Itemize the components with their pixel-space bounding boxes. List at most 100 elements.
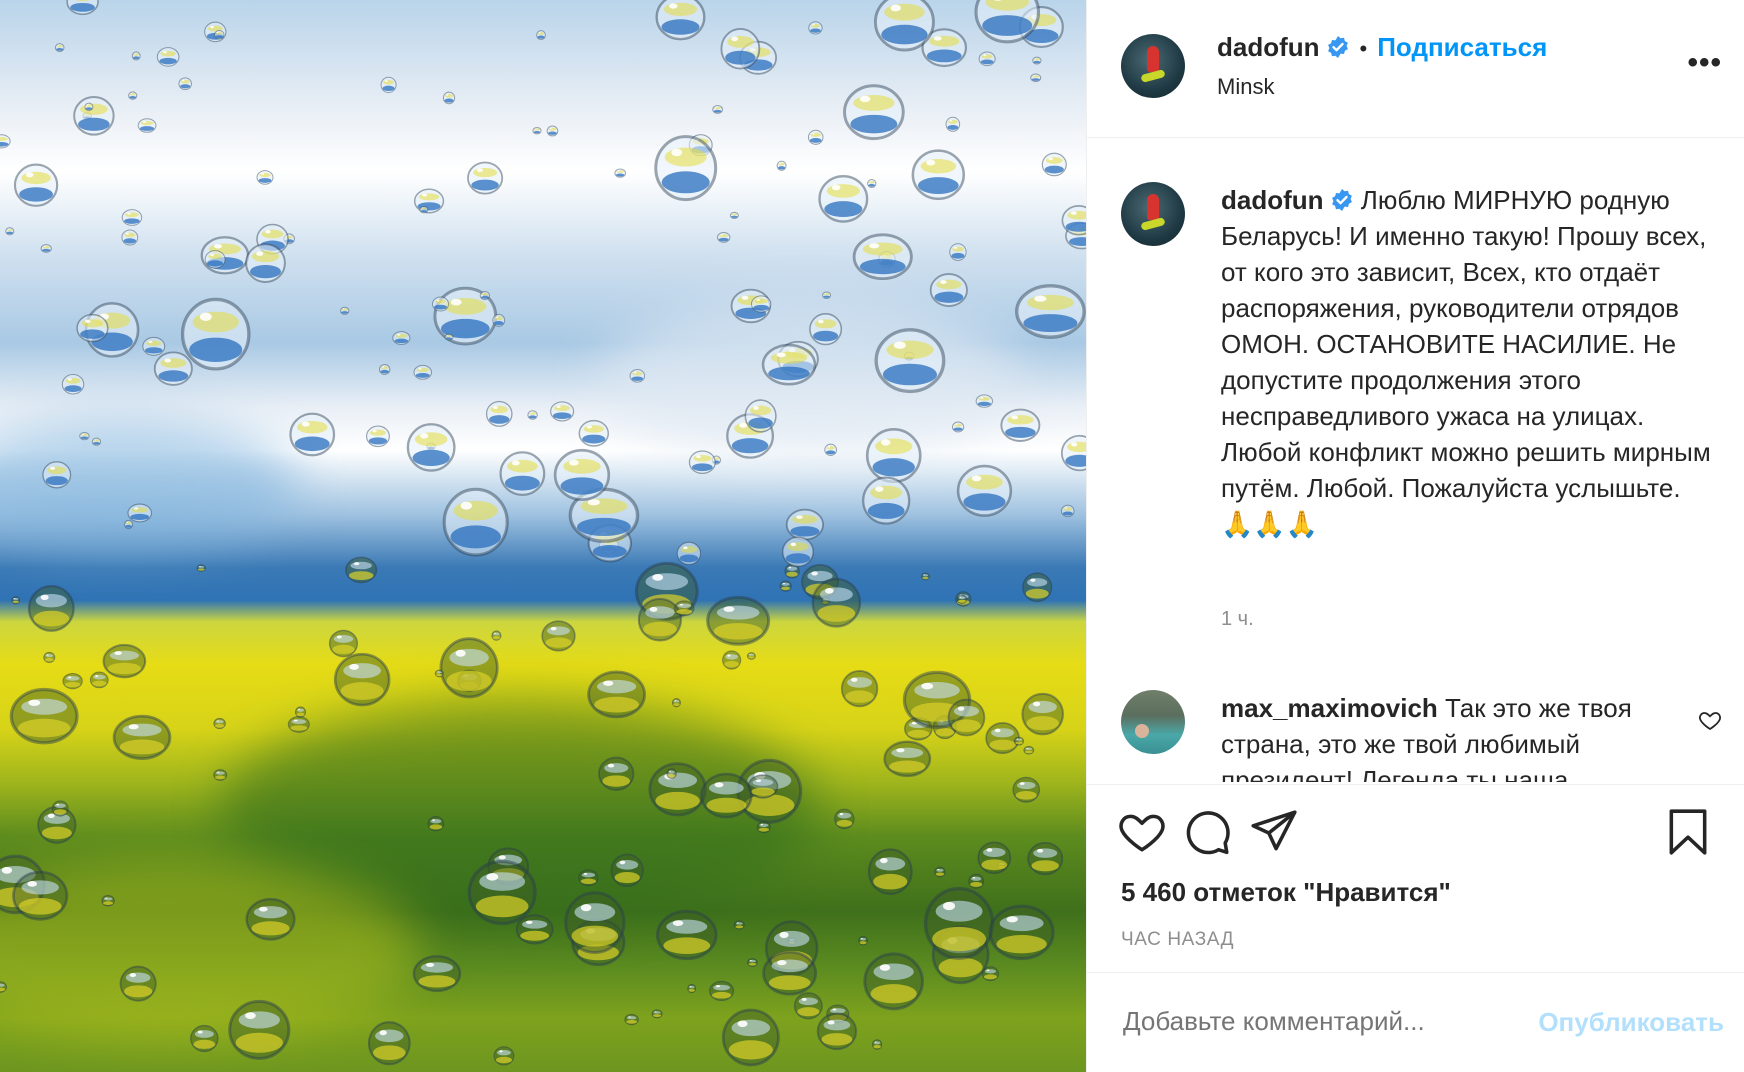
raindrop (865, 428, 922, 484)
raindrop (5, 227, 15, 236)
post-photo[interactable] (0, 0, 1086, 1072)
raindrop (153, 351, 193, 386)
add-comment-bar: Опубликовать (1087, 972, 1744, 1072)
raindrop (553, 448, 611, 501)
raindrop (654, 135, 718, 202)
avatar-person (1135, 724, 1149, 738)
raindrop (858, 935, 868, 946)
avatar-figure-detail (1140, 69, 1166, 83)
raindrop (598, 756, 635, 791)
raindrop (121, 229, 139, 246)
bookmark-icon[interactable] (1663, 807, 1713, 857)
post-caption: dadofun Люблю МИРНУЮ родную Беларусь! И … (1221, 182, 1729, 542)
raindrop (76, 313, 109, 343)
raindrop (214, 30, 225, 40)
caption-author-username[interactable]: dadofun (1221, 185, 1324, 215)
publish-button[interactable]: Опубликовать (1538, 1007, 1724, 1038)
raindrop (156, 47, 180, 67)
raindrop (1030, 73, 1042, 83)
raindrop (119, 965, 157, 1002)
raindrop (744, 399, 777, 433)
raindrop (492, 313, 506, 327)
small-heart-icon[interactable] (1698, 708, 1722, 732)
header-separator: • (1359, 36, 1368, 61)
raindrop (536, 30, 546, 41)
raindrop (637, 597, 683, 642)
raindrop (666, 768, 677, 779)
post-timestamp[interactable]: ЧАС НАЗАД (1121, 929, 1234, 951)
raindrop (1027, 841, 1064, 876)
raindrop (121, 209, 143, 226)
raindrop (442, 91, 456, 105)
raindrop (515, 914, 554, 945)
raindrop (968, 873, 985, 889)
likes-count[interactable]: 5 460 отметок "Нравится" (1121, 877, 1451, 908)
raindrop (867, 179, 877, 189)
raindrop (228, 999, 291, 1060)
raindrop (1023, 745, 1035, 755)
raindrop (720, 28, 761, 70)
raindrop (66, 0, 99, 16)
verified-badge-icon (1331, 189, 1352, 211)
raindrop (73, 95, 115, 136)
raindrop (721, 1008, 780, 1067)
raindrop (722, 650, 742, 670)
raindrop (929, 273, 968, 307)
comment-input[interactable] (1121, 1005, 1525, 1038)
follow-button[interactable]: Подписаться (1377, 32, 1547, 62)
raindrop (873, 0, 935, 52)
raindrop (614, 168, 627, 178)
raindrop (587, 670, 647, 719)
raindrop (406, 423, 456, 472)
raindrop (834, 808, 855, 830)
raindrop (747, 958, 758, 967)
raindrop (485, 400, 513, 427)
raindrop (367, 1021, 411, 1066)
heart-icon[interactable] (1117, 807, 1167, 857)
raindrop (491, 630, 502, 641)
raindrop (333, 652, 391, 707)
raindrop (1013, 736, 1025, 746)
raindrop (920, 572, 930, 581)
raindrop (11, 596, 21, 605)
comments-area[interactable]: dadofun Люблю МИРНУЮ родную Беларусь! И … (1087, 138, 1744, 784)
comment-bubble-icon[interactable] (1183, 807, 1233, 857)
raindrop (0, 134, 11, 149)
raindrop (733, 920, 745, 930)
raindrop (467, 161, 504, 195)
raindrop (761, 343, 817, 386)
caption-time[interactable]: 1 ч. (1221, 608, 1254, 631)
raindrop (781, 536, 815, 568)
raindrop (824, 443, 838, 456)
raindrop (131, 51, 141, 61)
raindrop (687, 983, 697, 994)
raindrop (294, 706, 307, 718)
raindrop (427, 816, 445, 832)
caption-author-avatar[interactable] (1121, 182, 1185, 246)
more-options-icon[interactable]: ••• (1687, 48, 1722, 78)
raindrop (863, 952, 924, 1011)
author-username[interactable]: dadofun (1217, 32, 1320, 62)
raindrop (0, 981, 8, 993)
paper-plane-icon[interactable] (1249, 807, 1299, 857)
raindrop (610, 853, 644, 888)
raindrop (776, 160, 787, 171)
raindrop (564, 891, 626, 954)
raindrop (287, 716, 310, 733)
raindrop (204, 250, 226, 269)
avatar-figure (1147, 194, 1159, 220)
raindrop (256, 170, 274, 185)
raindrop (27, 585, 75, 632)
raindrop (340, 306, 350, 315)
raindrop (40, 244, 52, 253)
commenter-avatar[interactable] (1121, 690, 1185, 754)
post-location[interactable]: Minsk (1217, 74, 1274, 100)
author-avatar[interactable] (1121, 34, 1185, 98)
raindrop (62, 672, 83, 690)
raindrop (956, 464, 1013, 517)
raindrop (413, 364, 432, 380)
raindrop (978, 51, 996, 67)
raindrop (499, 451, 546, 496)
raindrop (578, 869, 599, 887)
commenter-username[interactable]: max_maximovich (1221, 693, 1438, 723)
